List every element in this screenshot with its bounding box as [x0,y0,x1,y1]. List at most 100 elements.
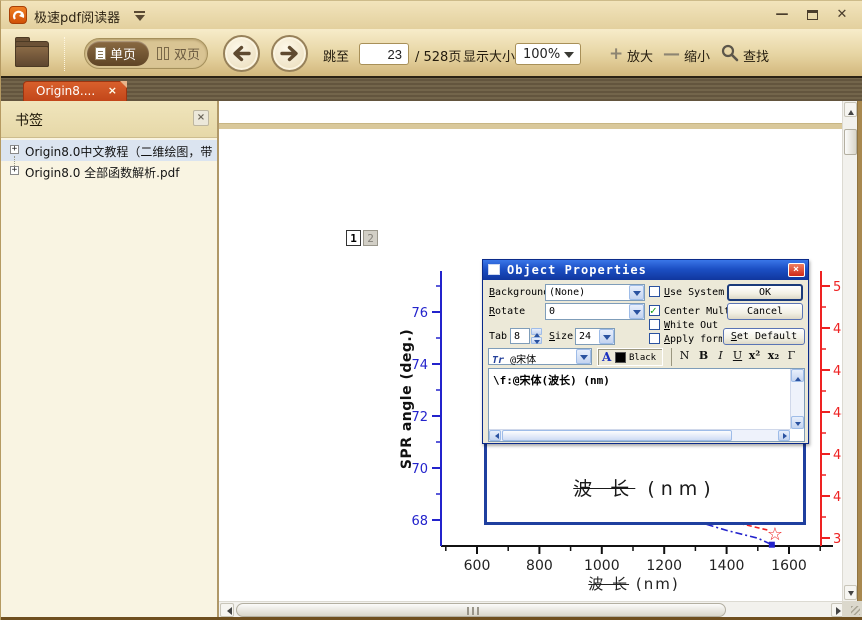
find-button[interactable]: 查找 [743,46,769,65]
svg-text:1000: 1000 [584,558,620,574]
vertical-scrollbar[interactable] [842,101,857,601]
zoom-out-button[interactable]: 缩小 [684,46,710,65]
layer-1-button[interactable]: 1 [346,230,361,246]
bookmark-item-1[interactable]: + Origin8.0中文教程（二维绘图，带 [1,140,217,161]
tab-label: Tab [489,331,507,342]
use-system-font-checkbox[interactable] [649,286,660,297]
format-subscript-button[interactable]: x₂ [765,349,782,362]
maximize-button[interactable] [801,7,823,25]
object-properties-dialog: Object Properties × Background (None) Us… [482,259,809,444]
rotate-dropdown[interactable]: 0 [545,303,645,320]
chevron-down-icon[interactable] [576,349,591,364]
bookmark-item-2[interactable]: + Origin8.0 全部函数解析.pdf [1,161,217,182]
title-bar: 极速pdf阅读器 — ✕ [1,1,862,29]
svg-text:38: 38 [833,532,842,547]
chevron-down-icon[interactable] [599,329,614,344]
chevron-down-icon[interactable] [629,304,644,319]
pdf-reader-window: 极速pdf阅读器 — ✕ 单页 双页 跳至 [0,0,862,620]
bookmarks-header: 书签 × [1,101,217,138]
tab-value-field[interactable]: 8 [510,328,530,344]
zoom-level-value: 100% [523,47,560,62]
expand-icon[interactable]: + [10,145,19,154]
textarea-horizontal-scrollbar[interactable] [489,429,790,441]
y-axis-title: SPR angle (deg.) [399,324,415,474]
scroll-down-icon[interactable] [844,585,857,600]
format-underline-button[interactable]: U [729,349,746,362]
arrow-left-icon [225,37,258,70]
next-page-button[interactable] [271,35,308,72]
apply-formatting-checkbox[interactable] [649,333,660,344]
document-tab-label: Origin8.... [36,84,95,98]
single-page-label: 单页 [110,44,136,63]
menu-dropdown-icon[interactable] [134,11,145,26]
scrollbar-thumb[interactable] [502,430,732,441]
object-text-area[interactable]: \f:@宋体(波长) (nm) [488,368,805,442]
format-superscript-button[interactable]: x² [746,349,763,362]
display-size-label: 显示大小 [463,46,515,65]
bookmarks-sidebar: 书签 × + Origin8.0中文教程（二维绘图，带 + Origin8.0 … [1,101,219,618]
expand-icon[interactable]: + [10,166,19,175]
tab-close-icon[interactable]: × [108,84,117,97]
open-file-button[interactable] [15,37,51,69]
chevron-down-icon[interactable] [629,285,644,300]
tab-fold-decoration [120,81,127,88]
previous-page-button[interactable] [223,35,260,72]
scroll-up-icon[interactable] [791,369,804,382]
minus-icon[interactable]: — [663,44,680,64]
minimize-button[interactable]: — [771,7,793,25]
textarea-vertical-scrollbar[interactable] [790,369,804,429]
plus-icon[interactable]: + [609,44,623,64]
svg-text:1400: 1400 [709,558,745,574]
tree-connector [14,156,15,166]
dialog-title: Object Properties [507,263,647,277]
scroll-right-icon[interactable] [778,430,790,441]
cancel-button[interactable]: Cancel [727,303,803,320]
dialog-title-bar[interactable]: Object Properties × [483,260,808,280]
font-color-button[interactable]: A Black [597,348,663,366]
scrollbar-thumb[interactable] [844,129,857,155]
document-tab[interactable]: Origin8.... × [23,81,127,101]
svg-text:800: 800 [526,558,553,574]
scrollbar-thumb[interactable] [236,603,726,617]
scroll-up-icon[interactable] [844,102,857,117]
size-dropdown[interactable]: 24 [575,328,615,345]
resize-grip[interactable] [842,601,862,618]
font-dropdown[interactable]: Tr @宋体 [488,348,592,365]
background-dropdown[interactable]: (None) [545,284,645,301]
search-icon[interactable] [721,44,739,66]
white-out-checkbox[interactable] [649,319,660,330]
scroll-left-icon[interactable] [220,603,234,617]
page-number-input[interactable] [359,43,409,65]
center-multi-checkbox[interactable] [649,305,660,316]
svg-text:68: 68 [411,514,428,529]
svg-text:☆: ☆ [767,524,783,545]
ok-button[interactable]: OK [727,284,803,301]
double-page-button[interactable]: 双页 [151,41,207,66]
window-title: 极速pdf阅读器 [34,7,120,26]
size-label: Size [549,331,573,342]
layer-2-button[interactable]: 2 [363,230,378,246]
svg-text:600: 600 [464,558,491,574]
single-page-button[interactable]: 单页 [87,41,149,66]
format-bold-button[interactable]: B [695,349,712,362]
sidebar-close-button[interactable]: × [193,110,209,126]
x-axis-title: 波 长 (nm) [549,573,719,594]
axis-title-edit-box[interactable]: 波 长 (nm) [484,441,806,525]
zoom-in-button[interactable]: 放大 [627,46,653,65]
horizontal-scrollbar[interactable] [219,601,846,618]
page-total-label: / 528页 [415,46,461,65]
right-edge-strip [857,101,862,601]
format-italic-button[interactable]: I [712,349,729,362]
background-label: Background [489,287,549,298]
scroll-left-icon[interactable] [489,430,501,441]
close-button[interactable]: ✕ [831,7,853,25]
dialog-close-button[interactable]: × [788,263,805,277]
scroll-down-icon[interactable] [791,416,804,429]
format-normal-button[interactable]: N [676,349,693,362]
format-greek-button[interactable]: Γ [783,349,800,362]
apply-formatting-label: Apply formatting to all labe [664,334,722,345]
zoom-level-dropdown[interactable]: 100% [515,43,581,65]
set-default-button[interactable]: Set Default [723,328,805,345]
color-swatch [615,352,626,363]
tab-spinner[interactable] [531,328,543,344]
